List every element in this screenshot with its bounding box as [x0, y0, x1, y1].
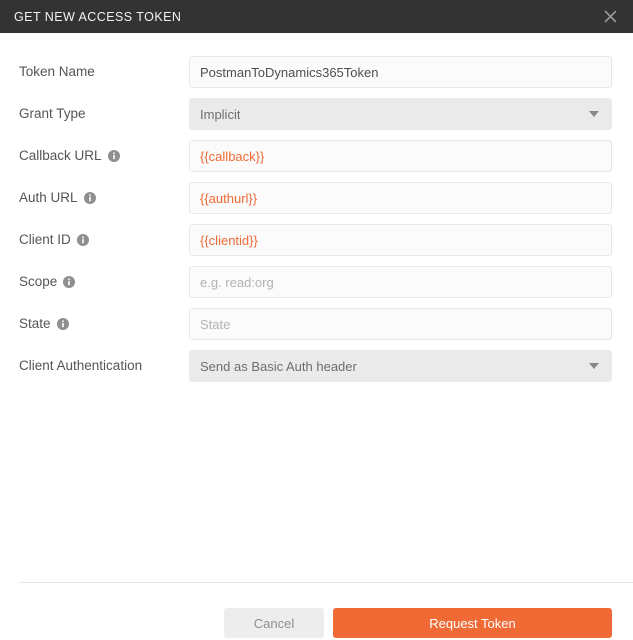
dialog-header: GET NEW ACCESS TOKEN [0, 0, 633, 33]
close-icon[interactable] [599, 6, 621, 28]
label-callback-url: Callback URL [19, 149, 189, 163]
get-new-access-token-dialog: GET NEW ACCESS TOKEN Token Name Grant Typ… [0, 0, 633, 640]
form-row-auth-url: Auth URL [19, 182, 612, 214]
control-token-name [189, 56, 612, 88]
control-callback-url [189, 140, 612, 172]
form-row-token-name: Token Name [19, 56, 612, 88]
label-text-auth-url: Auth URL [19, 190, 78, 206]
info-icon[interactable] [76, 234, 89, 246]
footer-divider [19, 582, 633, 583]
input-callback-url[interactable] [189, 140, 612, 172]
chevron-down-icon [589, 111, 599, 117]
select-client-authentication[interactable]: Send as Basic Auth header [189, 350, 612, 382]
label-text-client-authentication: Client Authentication [19, 358, 143, 374]
control-grant-type: Implicit [189, 98, 612, 130]
label-auth-url: Auth URL [19, 191, 189, 205]
info-icon[interactable] [56, 318, 69, 330]
dialog-title: GET NEW ACCESS TOKEN [14, 9, 182, 24]
dialog-form: Token Name Grant Type Implicit Callback URL… [0, 33, 633, 554]
info-icon[interactable] [83, 192, 96, 204]
input-scope[interactable] [189, 266, 612, 298]
label-token-name: Token Name [19, 65, 189, 79]
label-client-authentication: Client Authentication [19, 359, 189, 373]
footer-actions: Cancel Request Token [224, 608, 612, 638]
form-row-scope: Scope [19, 266, 612, 298]
input-state[interactable] [189, 308, 612, 340]
label-text-token-name: Token Name [19, 64, 95, 80]
select-value-grant-type: Implicit [200, 106, 241, 122]
form-row-client-authentication: Client Authentication Send as Basic Auth … [19, 350, 612, 382]
form-row-callback-url: Callback URL [19, 140, 612, 172]
label-text-state: State [19, 316, 51, 332]
info-icon[interactable] [63, 276, 76, 288]
select-value-client-authentication: Send as Basic Auth header [200, 358, 357, 374]
label-client-id: Client ID [19, 233, 189, 247]
control-scope [189, 266, 612, 298]
cancel-button[interactable]: Cancel [224, 608, 324, 638]
control-client-id [189, 224, 612, 256]
input-auth-url[interactable] [189, 182, 612, 214]
control-auth-url [189, 182, 612, 214]
info-icon[interactable] [107, 150, 120, 162]
dialog-footer: Cancel Request Token [0, 554, 633, 640]
label-text-callback-url: Callback URL [19, 148, 102, 164]
label-text-client-id: Client ID [19, 232, 71, 248]
control-state [189, 308, 612, 340]
chevron-down-icon [589, 363, 599, 369]
label-text-scope: Scope [19, 274, 58, 290]
control-client-authentication: Send as Basic Auth header [189, 350, 612, 382]
form-row-client-id: Client ID [19, 224, 612, 256]
form-row-state: State [19, 308, 612, 340]
select-grant-type[interactable]: Implicit [189, 98, 612, 130]
label-text-grant-type: Grant Type [19, 106, 86, 122]
label-grant-type: Grant Type [19, 107, 189, 121]
label-scope: Scope [19, 275, 189, 289]
request-token-button[interactable]: Request Token [333, 608, 612, 638]
input-client-id[interactable] [189, 224, 612, 256]
form-row-grant-type: Grant Type Implicit [19, 98, 612, 130]
input-token-name[interactable] [189, 56, 612, 88]
label-state: State [19, 317, 189, 331]
